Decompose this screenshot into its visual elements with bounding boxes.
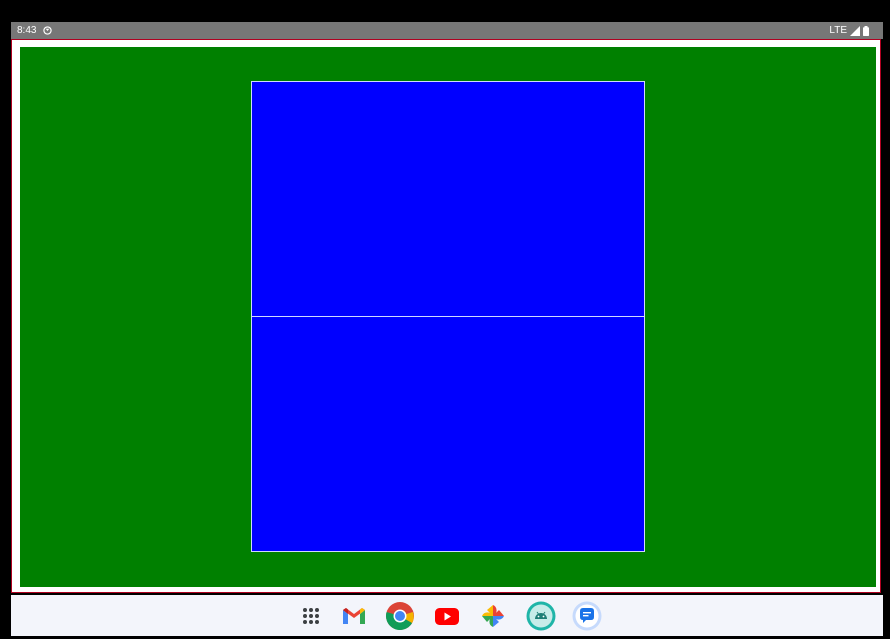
chrome-button[interactable] xyxy=(384,600,416,632)
grid-icon xyxy=(303,608,319,624)
android-app-button[interactable] xyxy=(525,600,557,632)
status-bar: 8:43 LTE xyxy=(11,22,883,39)
app-drawer-button[interactable] xyxy=(295,600,327,632)
app-window xyxy=(11,39,881,593)
green-background xyxy=(20,47,876,587)
network-type: LTE xyxy=(829,25,847,36)
gmail-button[interactable] xyxy=(338,600,370,632)
sync-icon xyxy=(43,26,52,35)
status-time: 8:43 xyxy=(17,25,37,36)
chrome-icon xyxy=(386,602,414,631)
battery-icon xyxy=(863,25,869,36)
device-screen: 8:43 LTE xyxy=(0,0,890,639)
taskbar xyxy=(11,595,883,636)
youtube-button[interactable] xyxy=(431,600,463,632)
signal-icon xyxy=(850,25,860,36)
photos-button[interactable] xyxy=(477,600,509,632)
messages-icon xyxy=(572,601,602,631)
blue-panel-bottom[interactable] xyxy=(251,316,645,552)
android-icon xyxy=(526,601,556,631)
gmail-icon xyxy=(343,608,365,624)
photos-icon xyxy=(482,605,504,627)
status-indicators: LTE xyxy=(829,22,869,39)
messages-button[interactable] xyxy=(571,600,603,632)
blue-panel-top[interactable] xyxy=(251,81,645,317)
youtube-icon xyxy=(435,607,459,625)
